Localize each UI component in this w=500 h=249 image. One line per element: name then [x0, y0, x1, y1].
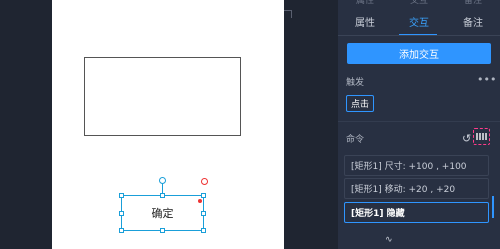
- resize-handle-se[interactable]: [201, 228, 206, 233]
- tab-ghost-notes: 备注: [463, 0, 482, 6]
- section-divider: [338, 121, 500, 122]
- add-interaction-button[interactable]: 添加交互: [347, 43, 491, 64]
- reorder-glyph: [476, 133, 487, 140]
- tab-properties[interactable]: 属性: [338, 13, 392, 35]
- reorder-icon[interactable]: [473, 128, 490, 145]
- interaction-panel: 属性 交互 备注 属性 交互 备注 添加交互 触发 ••• 点击 命令 ↺ [矩…: [338, 0, 500, 249]
- tab-ghost-interaction: 交互: [409, 0, 428, 6]
- resize-handle-ne[interactable]: [201, 193, 206, 198]
- interaction-marker-icon: [198, 199, 202, 203]
- tab-notes[interactable]: 备注: [446, 13, 500, 35]
- add-interaction-label: 添加交互: [399, 50, 439, 61]
- resize-handle-n[interactable]: [160, 193, 165, 198]
- resize-handle-s[interactable]: [160, 228, 165, 233]
- panel-tabs: 属性 交互 备注: [338, 13, 500, 35]
- resize-handle-sw[interactable]: [119, 228, 124, 233]
- rotation-handle[interactable]: [159, 177, 166, 184]
- tab-interaction[interactable]: 交互: [392, 13, 446, 35]
- undo-icon[interactable]: ↺: [462, 132, 471, 145]
- tab-divider: [338, 35, 500, 36]
- rectangle-shape[interactable]: [84, 57, 241, 136]
- resize-handle-nw[interactable]: [119, 193, 124, 198]
- command-item-label: [矩形1] 尺寸: +100 , +100: [351, 162, 467, 172]
- command-item-move[interactable]: [矩形1] 移动: +20 , +20: [344, 178, 489, 199]
- tab-ghost-properties: 属性: [355, 0, 374, 6]
- command-section-label: 命令: [346, 135, 365, 145]
- command-item-label: [矩形1] 隐藏: [351, 209, 405, 219]
- scroll-indicator[interactable]: [492, 196, 494, 218]
- trigger-click-label: 点击: [350, 100, 369, 110]
- command-item-label: [矩形1] 移动: +20 , +20: [351, 185, 456, 195]
- button-widget-label: 确定: [151, 207, 174, 220]
- selected-button-widget[interactable]: 确定: [121, 195, 204, 231]
- trigger-click-button[interactable]: 点击: [346, 95, 374, 112]
- resize-icon[interactable]: ∿: [385, 235, 393, 245]
- resize-handle-w[interactable]: [119, 211, 124, 216]
- command-item-hide[interactable]: [矩形1] 隐藏: [344, 202, 489, 223]
- tabs-ghost-row: 属性 交互 备注: [338, 0, 500, 6]
- more-icon[interactable]: •••: [477, 73, 496, 86]
- resize-handle-e[interactable]: [201, 211, 206, 216]
- artboard-corner: [284, 10, 292, 18]
- radius-handle[interactable]: [201, 178, 208, 185]
- trigger-section-label: 触发: [346, 78, 365, 88]
- command-item-resize[interactable]: [矩形1] 尺寸: +100 , +100: [344, 155, 489, 176]
